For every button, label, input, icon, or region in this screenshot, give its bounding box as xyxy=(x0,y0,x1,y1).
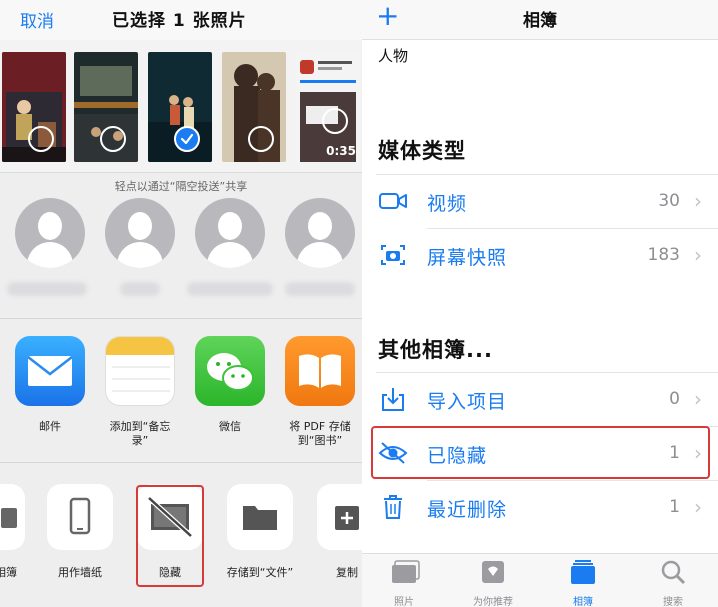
album-row-imports[interactable]: 导入项目 0 › xyxy=(362,372,718,426)
tab-for-you[interactable]: 为你推荐 xyxy=(458,558,528,607)
contact-name-blurred xyxy=(7,282,87,296)
share-sheet: 取消 已选择 1 张照片 0:35 轻点以通过“隔空投送”共享 邮件 添加到“备… xyxy=(0,0,362,607)
folder-icon xyxy=(227,484,293,550)
photo-thumbnail[interactable] xyxy=(74,52,138,162)
tab-label: 搜索 xyxy=(663,597,683,607)
airdrop-hint: 轻点以通过“隔空投送”共享 xyxy=(114,180,248,193)
photo-thumbnail[interactable] xyxy=(222,52,286,162)
album-label: 导入项目 xyxy=(427,391,508,413)
album-row-screenshots[interactable]: 屏幕快照 183 › xyxy=(362,228,718,282)
selection-ring xyxy=(322,108,348,134)
action-label: 用作墙纸 xyxy=(58,566,102,579)
selection-ring xyxy=(100,126,126,152)
albums-nav-bar: + 相簿 xyxy=(362,0,718,40)
people-label[interactable]: 人物 xyxy=(378,45,408,66)
video-thumbnail[interactable]: 0:35 xyxy=(296,52,360,162)
airdrop-contact[interactable] xyxy=(7,198,87,296)
divider xyxy=(0,318,362,319)
highlight-box-hide xyxy=(136,485,204,587)
video-icon xyxy=(379,193,407,209)
chevron-right-icon: › xyxy=(694,387,702,411)
tab-label: 相簿 xyxy=(573,597,593,607)
chevron-right-icon: › xyxy=(694,243,702,267)
action-copy[interactable]: 复制 xyxy=(314,484,362,580)
album-row-videos[interactable]: 视频 30 › xyxy=(362,174,718,228)
contact-avatar-icon xyxy=(285,198,355,268)
wechat-icon xyxy=(195,336,265,406)
contact-avatar-icon xyxy=(105,198,175,268)
tab-label: 照片 xyxy=(394,597,414,607)
other-albums-heading: 其他相簿... xyxy=(378,338,493,362)
selection-ring xyxy=(28,126,54,152)
action-album[interactable]: 相簿 xyxy=(0,484,28,580)
books-icon xyxy=(285,336,355,406)
tab-search[interactable]: 搜索 xyxy=(638,558,708,607)
import-icon xyxy=(382,388,404,411)
album-count: 183 xyxy=(647,245,680,265)
album-count: 30 xyxy=(658,191,680,211)
album-label: 屏幕快照 xyxy=(427,247,508,269)
divider xyxy=(0,462,362,463)
photo-thumbnail[interactable] xyxy=(148,52,212,162)
share-sheet-title: 已选择 1 张照片 xyxy=(112,11,247,31)
albums-tab-icon xyxy=(571,560,595,584)
airdrop-contact[interactable] xyxy=(187,198,273,296)
trash-icon xyxy=(384,495,402,519)
tab-albums[interactable]: 相簿 xyxy=(548,558,618,607)
album-label: 视频 xyxy=(427,193,468,215)
share-app-mail[interactable]: 邮件 xyxy=(14,336,86,434)
photos-tab-icon xyxy=(392,560,420,583)
app-label: 邮件 xyxy=(39,420,61,433)
album-row-recently-deleted[interactable]: 最近删除 1 › xyxy=(362,480,718,534)
contact-name-blurred xyxy=(120,282,160,296)
action-label: 存储到“文件” xyxy=(226,566,294,579)
albums-title: 相簿 xyxy=(523,11,557,31)
selection-ring xyxy=(248,126,274,152)
copy-icon xyxy=(317,484,362,550)
video-duration: 0:35 xyxy=(326,144,356,158)
highlight-box-hidden-album xyxy=(371,426,710,479)
album-count: 1 xyxy=(669,497,680,517)
selected-check-icon xyxy=(174,126,200,152)
media-types-heading: 媒体类型 xyxy=(378,139,466,163)
action-wallpaper[interactable]: 用作墙纸 xyxy=(44,484,116,580)
airdrop-contact[interactable] xyxy=(285,198,355,296)
photo-thumbnail[interactable] xyxy=(2,52,66,162)
tab-photos[interactable]: 照片 xyxy=(369,558,439,607)
contact-name-blurred xyxy=(285,282,355,296)
albums-screen: + 相簿 人物 媒体类型 视频 30 › 屏幕快照 183 › 其他相簿... … xyxy=(362,0,718,607)
album-label: 最近删除 xyxy=(427,499,508,521)
tab-label: 为你推荐 xyxy=(473,597,513,607)
screenshot-icon xyxy=(381,245,405,265)
app-label: 微信 xyxy=(219,420,241,433)
search-tab-icon xyxy=(661,560,686,585)
cancel-button[interactable]: 取消 xyxy=(20,7,54,32)
notes-icon xyxy=(105,336,175,406)
action-label: 复制 xyxy=(336,566,358,579)
for-you-tab-icon xyxy=(482,561,504,583)
contact-avatar-icon xyxy=(15,198,85,268)
mail-icon xyxy=(15,336,85,406)
share-app-books[interactable]: 将 PDF 存储到“图书” xyxy=(284,336,356,448)
photo-strip[interactable]: 0:35 xyxy=(0,40,362,173)
share-app-notes[interactable]: 添加到“备忘录” xyxy=(104,336,176,448)
album-count: 0 xyxy=(669,389,680,409)
action-label: 相簿 xyxy=(0,566,17,579)
chevron-right-icon: › xyxy=(694,495,702,519)
album-icon xyxy=(0,484,25,550)
phone-icon xyxy=(47,484,113,550)
contact-avatar-icon xyxy=(195,198,265,268)
share-sheet-nav-bar: 取消 已选择 1 张照片 xyxy=(0,0,362,40)
app-label: 添加到“备忘录” xyxy=(109,420,171,447)
chevron-right-icon: › xyxy=(694,189,702,213)
share-app-wechat[interactable]: 微信 xyxy=(194,336,266,434)
app-label: 将 PDF 存储到“图书” xyxy=(289,420,351,447)
tab-bar: 照片 为你推荐 相簿 搜索 xyxy=(362,553,718,607)
airdrop-contact[interactable] xyxy=(105,198,175,296)
contact-name-blurred xyxy=(187,282,273,296)
action-save-to-files[interactable]: 存储到“文件” xyxy=(224,484,296,580)
